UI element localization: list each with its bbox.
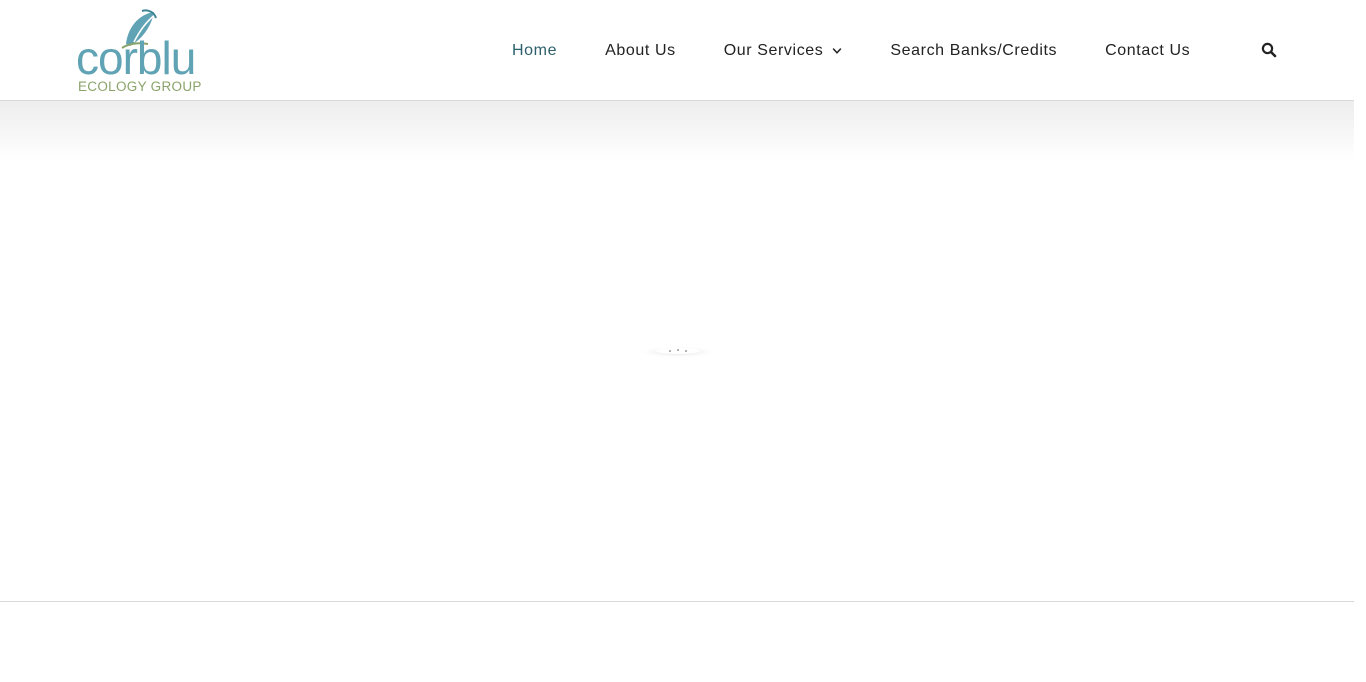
loading-spinner bbox=[636, 344, 720, 360]
scrollbar[interactable] bbox=[1354, 0, 1366, 682]
page: corblu ECOLOGY GROUP Home About Us Our S… bbox=[0, 0, 1366, 682]
nav-item-search-banks-credits-label: Search Banks/Credits bbox=[890, 42, 1058, 59]
chevron-down-icon bbox=[833, 48, 842, 54]
nav-item-contact-us-label: Contact Us bbox=[1105, 42, 1191, 59]
logo-mark: corblu ECOLOGY GROUP bbox=[76, 9, 202, 94]
nav-item-about-us-label: About Us bbox=[605, 42, 676, 59]
search-button[interactable] bbox=[1261, 42, 1277, 58]
svg-text:ECOLOGY GROUP: ECOLOGY GROUP bbox=[78, 79, 202, 94]
nav-item-home[interactable]: Home bbox=[512, 42, 557, 60]
loading-spinner-icon bbox=[637, 346, 719, 358]
site-header: corblu ECOLOGY GROUP Home About Us Our S… bbox=[0, 0, 1354, 101]
nav-item-our-services-label: Our Services bbox=[723, 42, 824, 59]
nav-item-contact-us[interactable]: Contact Us bbox=[1105, 42, 1190, 60]
nav-item-search-banks-credits[interactable]: Search Banks/Credits bbox=[890, 42, 1057, 60]
site-logo[interactable]: corblu ECOLOGY GROUP bbox=[76, 8, 216, 94]
nav-item-our-services[interactable]: Our Services bbox=[724, 42, 843, 60]
nav-item-about-us[interactable]: About Us bbox=[605, 42, 676, 60]
header-shadow bbox=[0, 101, 1354, 161]
search-icon bbox=[1261, 42, 1277, 58]
footer-divider bbox=[0, 601, 1354, 602]
svg-text:corblu: corblu bbox=[76, 32, 195, 84]
main-navigation: Home About Us Our Services Search Banks/… bbox=[512, 38, 1190, 64]
nav-item-home-label: Home bbox=[512, 42, 558, 59]
